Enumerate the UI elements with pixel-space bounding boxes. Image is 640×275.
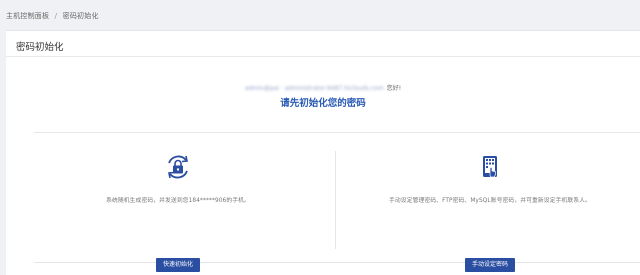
account-email: admin@pai · administrator-9487.hiclouds.…: [244, 85, 384, 92]
auto-init-description: 系统随机生成密码，并发送到您184*****906的手机。: [106, 198, 250, 204]
manual-set-option: 手动设定管理密码、FTP密码、MySQL账号密码，并可重新设定手机联系人。 手动…: [340, 151, 640, 272]
quick-init-button[interactable]: 快速初始化: [155, 258, 201, 272]
account-line: admin@pai · administrator-9487.hiclouds.…: [6, 83, 640, 92]
keypad-hand-icon: [483, 156, 497, 178]
breadcrumb: 主机控制面板 / 密码初始化: [6, 11, 99, 21]
account-greeting: 您好!: [386, 85, 402, 92]
section-divider-bottom: [34, 262, 640, 263]
page-heading: 请先初始化您的密码: [280, 98, 366, 109]
panel-title: 密码初始化: [16, 42, 64, 53]
breadcrumb-current: 密码初始化: [62, 12, 99, 20]
password-init-panel: 密码初始化 admin@pai · administrator-9487.hic…: [6, 30, 640, 275]
auto-init-option: 系统随机生成密码，并发送到您184*****906的手机。 快速初始化: [28, 151, 328, 272]
breadcrumb-home-link[interactable]: 主机控制面板: [6, 12, 49, 20]
panel-divider: [6, 56, 640, 57]
manual-set-description: 手动设定管理密码、FTP密码、MySQL账号密码，并可重新设定手机联系人。: [389, 198, 591, 204]
manual-set-password-button[interactable]: 手动设定密码: [464, 258, 516, 272]
section-divider-top: [34, 132, 640, 133]
lock-refresh-icon: [168, 155, 188, 179]
breadcrumb-separator: /: [54, 12, 58, 20]
section-divider-vertical: [335, 151, 336, 249]
